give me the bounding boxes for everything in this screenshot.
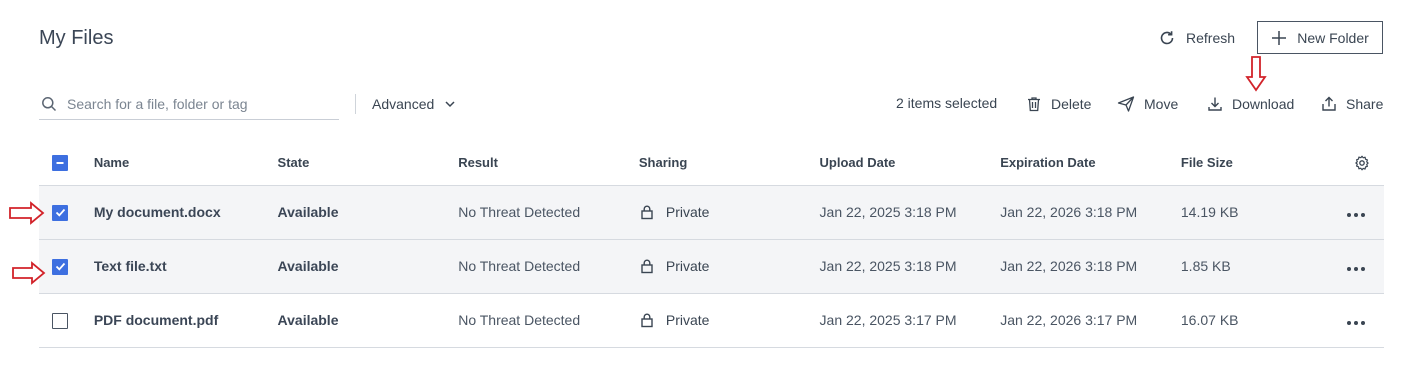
column-header-sharing[interactable]: Sharing xyxy=(638,140,820,186)
new-folder-label: New Folder xyxy=(1297,29,1369,46)
search-input[interactable] xyxy=(67,95,327,112)
scan-result: No Threat Detected xyxy=(458,239,639,294)
file-size: 14.19 KB xyxy=(1180,185,1342,240)
row-annotation-arrow-icon xyxy=(9,201,45,225)
plus-icon xyxy=(1272,30,1287,45)
check-icon xyxy=(55,263,65,271)
advanced-label: Advanced xyxy=(372,96,435,112)
files-table: Name State Result Sharing Upload Date Ex… xyxy=(39,140,1384,348)
column-header-expiration-date[interactable]: Expiration Date xyxy=(1000,140,1181,186)
column-header-state[interactable]: State xyxy=(277,140,459,186)
delete-label: Delete xyxy=(1051,96,1092,112)
row-checkbox-cell xyxy=(39,185,94,240)
table-row[interactable]: Text file.txt Available No Threat Detect… xyxy=(39,239,1384,294)
select-all-cell xyxy=(39,140,94,186)
row-checkbox[interactable] xyxy=(52,204,68,221)
sharing-status: Private xyxy=(665,258,710,274)
trash-icon xyxy=(1028,97,1040,112)
table-row[interactable]: My document.docx Available No Threat Det… xyxy=(39,185,1384,240)
scan-result: No Threat Detected xyxy=(458,185,639,240)
upload-date: Jan 22, 2025 3:18 PM xyxy=(819,185,1001,240)
row-checkbox-cell xyxy=(39,293,94,348)
file-state: Available xyxy=(277,239,459,294)
minus-icon xyxy=(56,161,64,164)
page-title: My Files xyxy=(39,27,114,49)
file-state: Available xyxy=(277,185,459,240)
file-size: 1.85 KB xyxy=(1180,239,1342,294)
sharing-cell: Private xyxy=(638,293,820,348)
chevron-down-icon xyxy=(445,101,455,108)
column-header-result[interactable]: Result xyxy=(458,140,639,186)
more-options-icon[interactable] xyxy=(1347,213,1366,217)
download-button[interactable]: Download xyxy=(1207,94,1294,114)
column-settings-cell xyxy=(1341,140,1384,186)
expiration-date: Jan 22, 2026 3:18 PM xyxy=(1000,239,1181,294)
sharing-cell: Private xyxy=(638,239,820,294)
table-row[interactable]: PDF document.pdf Available No Threat Det… xyxy=(39,293,1384,348)
more-options-icon[interactable] xyxy=(1347,267,1366,271)
share-button[interactable]: Share xyxy=(1321,94,1383,114)
row-menu-cell xyxy=(1341,293,1384,348)
column-header-name[interactable]: Name xyxy=(93,140,278,186)
scan-result: No Threat Detected xyxy=(458,293,639,348)
check-icon xyxy=(55,209,65,217)
column-header-upload-date[interactable]: Upload Date xyxy=(819,140,1001,186)
search-bar xyxy=(39,88,339,120)
sharing-status: Private xyxy=(665,204,710,220)
file-name[interactable]: PDF document.pdf xyxy=(93,293,278,348)
row-menu-cell xyxy=(1341,239,1384,294)
download-annotation-arrow-icon xyxy=(1245,56,1267,92)
row-checkbox[interactable] xyxy=(52,258,68,275)
lock-icon xyxy=(641,259,653,274)
more-options-icon[interactable] xyxy=(1347,321,1366,325)
lock-icon xyxy=(641,313,653,328)
table-header-row: Name State Result Sharing Upload Date Ex… xyxy=(39,140,1384,186)
row-menu-cell xyxy=(1341,185,1384,240)
selection-count: 2 items selected xyxy=(896,95,998,111)
row-checkbox[interactable] xyxy=(52,312,68,329)
upload-date: Jan 22, 2025 3:17 PM xyxy=(819,293,1001,348)
share-label: Share xyxy=(1346,96,1384,112)
file-size: 16.07 KB xyxy=(1180,293,1342,348)
delete-button[interactable]: Delete xyxy=(1026,94,1091,114)
row-annotation-arrow-icon xyxy=(12,261,46,285)
refresh-button[interactable]: Refresh xyxy=(1158,27,1235,49)
expiration-date: Jan 22, 2026 3:17 PM xyxy=(1000,293,1181,348)
share-icon xyxy=(1322,96,1336,111)
file-name[interactable]: My document.docx xyxy=(93,185,278,240)
move-button[interactable]: Move xyxy=(1117,94,1178,114)
toolbar-divider xyxy=(355,94,356,114)
search-icon xyxy=(42,96,57,111)
refresh-icon xyxy=(1160,31,1174,45)
lock-icon xyxy=(641,205,653,220)
expiration-date: Jan 22, 2026 3:18 PM xyxy=(1000,185,1181,240)
download-label: Download xyxy=(1232,96,1295,112)
row-checkbox-cell xyxy=(39,239,94,294)
refresh-label: Refresh xyxy=(1186,30,1236,46)
send-icon xyxy=(1117,96,1135,112)
gear-icon[interactable] xyxy=(1354,155,1370,171)
column-header-file-size[interactable]: File Size xyxy=(1180,140,1342,186)
advanced-filter-dropdown[interactable]: Advanced xyxy=(372,94,456,114)
file-name[interactable]: Text file.txt xyxy=(93,239,278,294)
sharing-status: Private xyxy=(665,312,710,328)
new-folder-button[interactable]: New Folder xyxy=(1257,21,1383,54)
upload-date: Jan 22, 2025 3:18 PM xyxy=(819,239,1001,294)
select-all-checkbox[interactable] xyxy=(52,154,68,171)
file-state: Available xyxy=(277,293,459,348)
move-label: Move xyxy=(1144,96,1179,112)
sharing-cell: Private xyxy=(638,185,820,240)
download-icon xyxy=(1208,97,1222,111)
